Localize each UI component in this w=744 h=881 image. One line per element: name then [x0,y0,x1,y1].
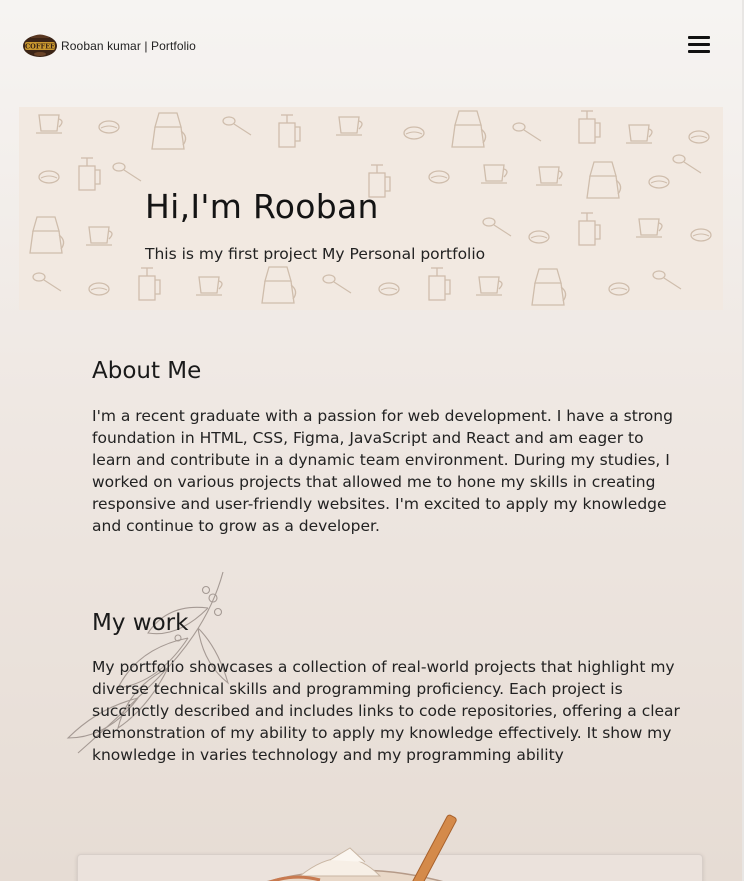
hero-title: Hi,I'm Rooban [145,187,379,226]
hamburger-menu-icon[interactable] [688,36,710,54]
brand-title: Rooban kumar | Portfolio [61,39,196,53]
about-title: About Me [92,358,202,384]
site-header: COFFEE Rooban kumar | Portfolio [0,0,744,92]
coffee-logo-icon: COFFEE [21,32,59,60]
project-card[interactable] [77,854,703,881]
hero-banner: Hi,I'm Rooban This is my first project M… [19,107,723,310]
work-title: My work [92,610,189,636]
work-body: My portfolio showcases a collection of r… [92,658,680,764]
logo-label: COFFEE [25,43,55,51]
brand[interactable]: COFFEE Rooban kumar | Portfolio [21,32,196,60]
about-body: I'm a recent graduate with a passion for… [92,407,673,535]
hero-subtitle: This is my first project My Personal por… [145,245,486,263]
